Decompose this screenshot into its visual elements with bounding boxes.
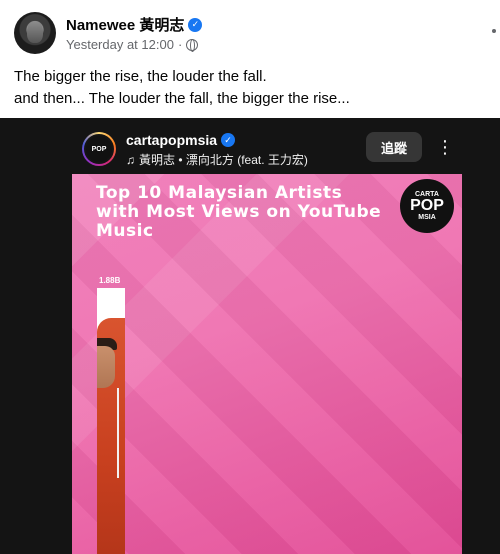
embedded-reel[interactable]: POP cartapopmsia ✓ ♫ 黃明志 • 漂向北方 (feat. 王…: [0, 118, 500, 554]
follow-button[interactable]: 追蹤: [366, 132, 422, 162]
post-more-icon[interactable]: [492, 29, 496, 33]
post-caption: The bigger the rise, the louder the fall…: [14, 66, 484, 110]
reel-username[interactable]: cartapopmsia: [126, 132, 217, 148]
author-name-row[interactable]: Namewee 黃明志 ✓: [66, 14, 203, 35]
brand-bottom-text: MSIA: [418, 214, 436, 221]
brand-mid-text: POP: [410, 197, 444, 214]
reel-video-frame[interactable]: Top 10 Malaysian Artists with Most Views…: [72, 174, 462, 554]
reel-music-text[interactable]: 黃明志 • 漂向北方 (feat. 王力宏): [139, 151, 308, 168]
reel-more-options-icon[interactable]: ⋮: [436, 134, 454, 160]
reel-account-avatar[interactable]: POP: [82, 132, 116, 166]
verified-badge-icon: ✓: [188, 17, 203, 32]
reel-title-text: Top 10 Malaysian Artists with Most Views…: [96, 183, 382, 241]
post-header: Namewee 黃明志 ✓ Yesterday at 12:00 ·: [14, 12, 496, 58]
music-note-icon: ♫: [126, 152, 135, 167]
reel-header: POP cartapopmsia ✓ ♫ 黃明志 • 漂向北方 (feat. 王…: [82, 130, 472, 170]
cartapop-logo: CARTA POP MSIA: [400, 179, 454, 233]
post-meta: Yesterday at 12:00 ·: [66, 37, 199, 52]
globe-icon[interactable]: [186, 38, 199, 52]
reel-username-row[interactable]: cartapopmsia ✓: [126, 132, 236, 148]
reel-avatar-logo: POP: [84, 134, 114, 164]
reel-verified-icon: ✓: [221, 133, 236, 147]
bar-value-label: 1.88B: [99, 276, 121, 285]
author-avatar[interactable]: [14, 12, 56, 54]
chart-bar: [97, 288, 125, 554]
meta-separator: ·: [177, 37, 183, 52]
reel-music-info[interactable]: ♫ 黃明志 • 漂向北方 (feat. 王力宏): [126, 151, 308, 168]
caption-line: and then... The louder the fall, the big…: [14, 90, 350, 107]
post-timestamp[interactable]: Yesterday at 12:00: [66, 37, 174, 52]
caption-line: The bigger the rise, the louder the fall…: [14, 68, 267, 85]
author-name[interactable]: Namewee 黃明志: [66, 14, 184, 35]
artist-photo: [97, 318, 125, 554]
